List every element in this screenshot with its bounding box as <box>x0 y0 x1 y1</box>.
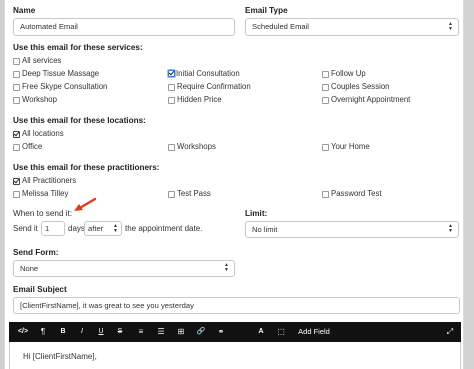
unlink-icon[interactable]: ⚭ <box>214 322 228 342</box>
service-label: All services <box>22 56 62 65</box>
right-edge <box>464 0 474 369</box>
days-input[interactable]: 1 <box>41 221 65 236</box>
service-label: Hidden Price <box>177 95 222 104</box>
checkbox-deep-tissue-massage[interactable] <box>13 71 20 78</box>
location-label: Workshops <box>177 142 216 151</box>
send-form-label: Send Form: <box>13 248 59 257</box>
service-label: Overnight Appointment <box>331 95 411 104</box>
email-subject-input[interactable]: [ClientFirstName], it was great to see y… <box>13 297 460 314</box>
unordered-list-icon[interactable]: ☰ <box>154 322 168 342</box>
email-body-editor[interactable]: Hi [ClientFirstName], <box>9 342 461 369</box>
service-label: Free Skype Consultation <box>22 82 108 91</box>
select-arrows-icon: ▲ ▼ <box>113 223 118 234</box>
underline-icon[interactable]: U <box>94 322 108 342</box>
limit-value: No limit <box>252 225 278 234</box>
annotation-arrow-icon <box>74 197 97 211</box>
italic-icon[interactable]: I <box>75 322 89 342</box>
locations-label: Use this email for these locations: <box>13 116 146 125</box>
send-form-value: None <box>20 264 39 273</box>
limit-select[interactable]: No limit ▲ ▼ <box>245 221 459 238</box>
service-label: Follow Up <box>331 69 366 78</box>
add-field-button[interactable]: Add Field <box>294 322 334 342</box>
table-icon[interactable]: ⊞ <box>174 322 188 342</box>
location-label: All locations <box>22 129 64 138</box>
timing-select[interactable]: after ▲ ▼ <box>84 221 122 236</box>
when-to-send-label: When to send it: <box>13 209 73 218</box>
location-label: Your Home <box>331 142 370 151</box>
service-label: Couples Session <box>331 82 390 91</box>
limit-label: Limit: <box>245 209 268 218</box>
checkbox-overnight-appointment[interactable] <box>322 97 329 104</box>
checkbox-all-services[interactable] <box>13 58 20 65</box>
location-label: Office <box>22 142 43 151</box>
editor-toolbar: </> ¶ B I U S ≡ ☰ ⊞ 🔗 ⚭ A ⬚ Add Field ⤢ <box>9 322 461 342</box>
email-type-select[interactable]: Scheduled Email ▲ ▼ <box>245 18 459 36</box>
appointment-text: the appointment date. <box>125 224 203 233</box>
service-label: Workshop <box>22 95 57 104</box>
practitioner-label: Test Pass <box>177 189 211 198</box>
service-label: Deep Tissue Massage <box>22 69 100 78</box>
checkbox-initial-consultation[interactable] <box>168 70 175 77</box>
practitioner-label: Password Test <box>331 189 382 198</box>
checkbox-all-locations[interactable] <box>13 131 20 138</box>
select-arrows-icon: ▲ ▼ <box>448 223 453 234</box>
practitioners-label: Use this email for these practitioners: <box>13 163 160 172</box>
checkbox-couples-session[interactable] <box>322 84 329 91</box>
email-settings-panel: Name Automated Email Email Type Schedule… <box>4 0 464 369</box>
checkbox-test-pass[interactable] <box>168 191 175 198</box>
select-arrows-icon: ▲ ▼ <box>448 21 453 32</box>
checkbox-free-skype-consultation[interactable] <box>13 84 20 91</box>
practitioner-label: All Practitioners <box>22 176 77 185</box>
bold-icon[interactable]: B <box>56 322 70 342</box>
checkbox-melissa-tilley[interactable] <box>13 191 20 198</box>
link-icon[interactable]: 🔗 <box>194 322 208 342</box>
service-label: Require Confirmation <box>177 82 251 91</box>
strikethrough-icon[interactable]: S <box>113 322 127 342</box>
email-body-first-line: Hi [ClientFirstName], <box>23 352 97 361</box>
paragraph-icon[interactable]: ¶ <box>36 322 50 342</box>
select-arrows-icon: ▲ ▼ <box>224 262 229 273</box>
email-subject-label: Email Subject <box>13 285 67 294</box>
checkbox-hidden-price[interactable] <box>168 97 175 104</box>
checkbox-workshops[interactable] <box>168 144 175 151</box>
practitioner-label: Melissa Tilley <box>22 189 69 198</box>
send-it-text: Send it <box>13 224 38 233</box>
text-color-icon[interactable]: A <box>254 322 268 342</box>
timing-value: after <box>88 224 104 233</box>
email-type-label: Email Type <box>245 6 288 15</box>
checkbox-password-test[interactable] <box>322 191 329 198</box>
code-view-icon[interactable]: </> <box>15 322 31 342</box>
service-label: Initial Consultation <box>176 69 240 78</box>
checkbox-your-home[interactable] <box>322 144 329 151</box>
checkbox-workshop[interactable] <box>13 97 20 104</box>
checkbox-require-confirmation[interactable] <box>168 84 175 91</box>
send-form-select[interactable]: None ▲ ▼ <box>13 260 235 277</box>
fullscreen-icon[interactable]: ⤢ <box>443 322 457 342</box>
days-text: days <box>68 224 85 233</box>
image-icon[interactable]: ⬚ <box>274 322 288 342</box>
checkbox-office[interactable] <box>13 144 20 151</box>
ordered-list-icon[interactable]: ≡ <box>134 322 148 342</box>
name-input[interactable]: Automated Email <box>13 18 235 36</box>
services-label: Use this email for these services: <box>13 43 143 52</box>
email-type-value: Scheduled Email <box>252 22 309 31</box>
name-label: Name <box>13 6 36 15</box>
checkbox-all-practitioners[interactable] <box>13 178 20 185</box>
checkbox-follow-up[interactable] <box>322 71 329 78</box>
